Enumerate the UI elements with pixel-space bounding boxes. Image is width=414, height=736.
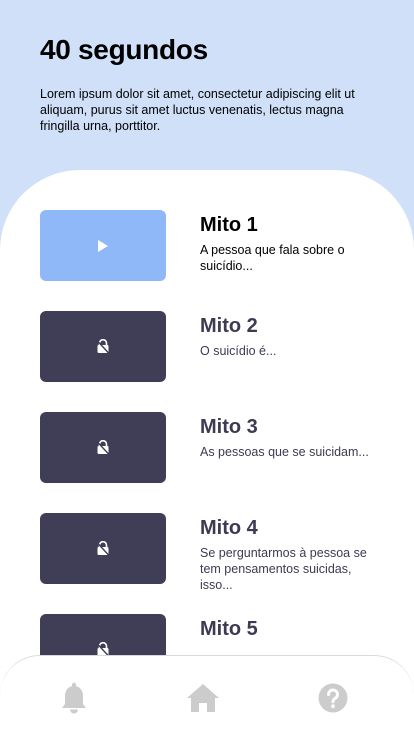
myth-title: Mito 2: [200, 315, 258, 337]
myth-title: Mito 4: [200, 517, 258, 539]
myth-description: As pessoas que se suicidam...: [200, 445, 369, 459]
lock-icon: [96, 440, 110, 455]
myth-item-1[interactable]: Mito 1 A pessoa que fala sobre o suicídi…: [40, 210, 380, 282]
home-button[interactable]: [183, 678, 223, 718]
play-icon: [98, 239, 108, 252]
help-icon: [318, 683, 348, 713]
header: 40 segundos Lorem ipsum dolor sit amet, …: [40, 30, 380, 134]
lock-icon: [96, 541, 110, 556]
myth-item-2[interactable]: Mito 2 O suicídio é...: [40, 311, 380, 383]
myth-item-4[interactable]: Mito 4 Se perguntarmos à pessoa se tem p…: [40, 513, 380, 592]
page-title: 40 segundos: [40, 34, 208, 65]
myth-thumbnail[interactable]: [40, 210, 166, 281]
home-icon: [187, 684, 219, 712]
lock-icon: [96, 339, 110, 354]
myth-description: Se perguntarmos à pessoa se tem pensamen…: [200, 546, 367, 592]
bottom-nav: [0, 655, 414, 736]
myth-thumbnail[interactable]: [40, 311, 166, 382]
notifications-button[interactable]: [54, 678, 94, 718]
bell-icon: [62, 682, 86, 714]
myth-title: Mito 1: [200, 214, 258, 236]
myth-item-3[interactable]: Mito 3 As pessoas que se suicidam...: [40, 412, 380, 484]
myth-description: A pessoa que fala sobre o suicídio...: [200, 243, 345, 273]
help-button[interactable]: [313, 678, 353, 718]
myth-list-sheet: Mito 1 A pessoa que fala sobre o suicídi…: [0, 170, 414, 736]
intro-text: Lorem ipsum dolor sit amet, consectetur …: [40, 87, 355, 133]
myth-title: Mito 3: [200, 416, 258, 438]
myth-thumbnail[interactable]: [40, 513, 166, 584]
myth-title: Mito 5: [200, 618, 258, 640]
myth-description: O suicídio é...: [200, 344, 277, 358]
myth-thumbnail[interactable]: [40, 412, 166, 483]
